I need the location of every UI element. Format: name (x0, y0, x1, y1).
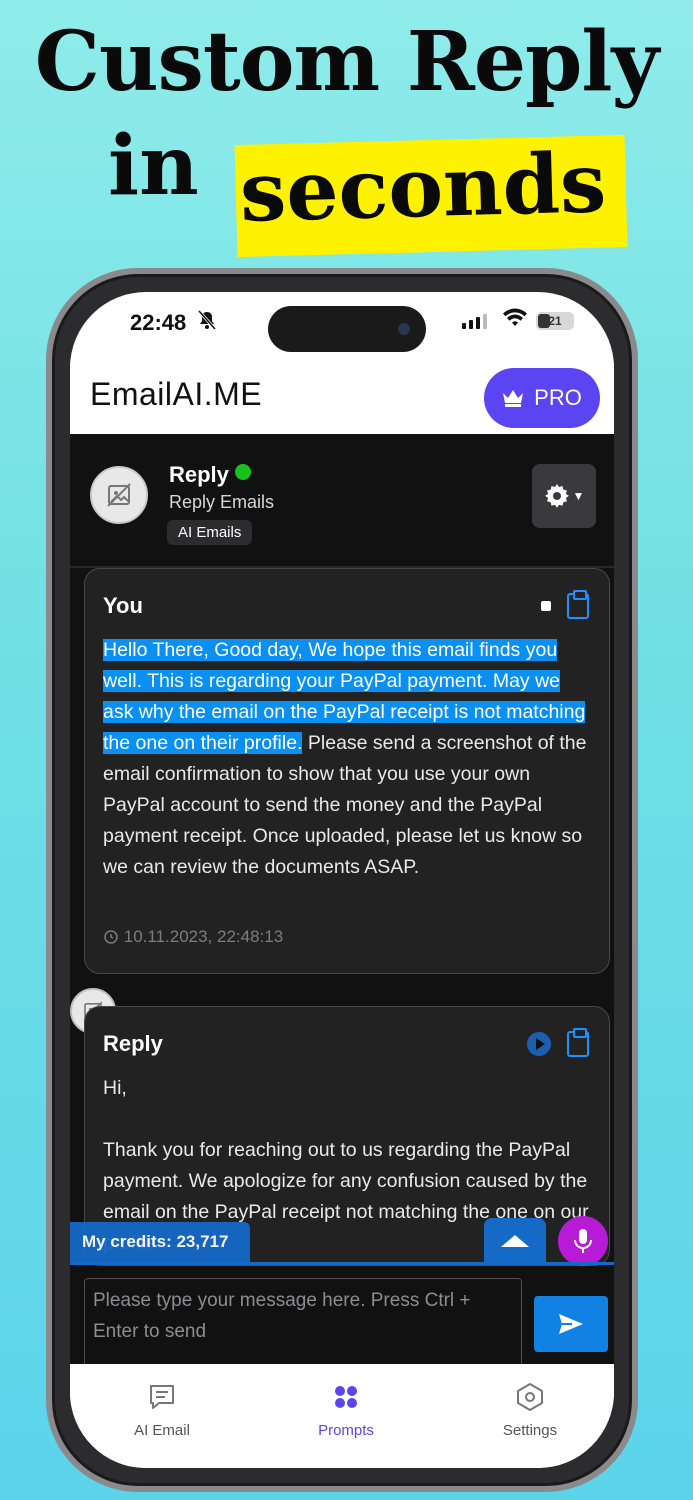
crown-icon (503, 390, 524, 407)
status-time: 22:48 (130, 310, 187, 335)
chat-name: Reply (169, 462, 251, 488)
promo-word-seconds: seconds (238, 135, 608, 241)
pro-button[interactable]: PRO (484, 368, 600, 428)
phone-screen: 22:48 21 EmailAI.ME PRO Reply Reply Emai… (70, 292, 614, 1468)
battery-icon: 21 (536, 312, 574, 330)
clock-icon (104, 930, 118, 944)
tab-ai-email[interactable]: AI Email (70, 1364, 254, 1464)
signal-icon (462, 314, 487, 329)
promo-headline-line1: Custom Reply (34, 14, 659, 110)
tab-settings[interactable]: Settings (438, 1364, 614, 1464)
avatar[interactable] (90, 466, 148, 524)
chat-subtitle: Reply Emails (169, 492, 275, 512)
clipboard-icon[interactable] (567, 590, 589, 619)
credits-badge: My credits: 23,717 (70, 1222, 250, 1262)
camera-icon (398, 323, 410, 335)
composer-divider (70, 1262, 614, 1265)
message-text: Hello There, Good day, We hope this emai… (103, 635, 595, 883)
app-title: EmailAI.ME (90, 376, 263, 412)
image-off-icon (107, 483, 131, 507)
chat-header: Reply Reply Emails AI Emails ▼ (70, 434, 614, 564)
chevron-up-icon (501, 1235, 529, 1247)
wifi-icon (502, 308, 528, 334)
message-timestamp: 10.11.2023, 22:48:13 (103, 927, 283, 947)
tab-label: Settings (502, 1422, 558, 1439)
stop-icon[interactable] (541, 601, 551, 611)
bell-muted-icon (197, 310, 217, 335)
microphone-button[interactable] (558, 1216, 608, 1266)
online-status-dot (234, 464, 251, 480)
pro-label: PRO (534, 385, 582, 410)
tab-label: Prompts (318, 1422, 374, 1439)
battery-level: 21 (548, 314, 562, 328)
message-input[interactable]: Please type your message here. Press Ctr… (84, 1278, 522, 1368)
gear-icon (544, 484, 569, 508)
message-actions (527, 1028, 589, 1057)
message-author: Reply (103, 1031, 163, 1056)
microphone-icon (574, 1229, 592, 1253)
send-icon (559, 1314, 583, 1334)
send-button[interactable] (534, 1296, 608, 1352)
grid-dots-icon (335, 1386, 357, 1408)
clipboard-icon[interactable] (567, 1028, 589, 1057)
scroll-up-button[interactable] (484, 1218, 546, 1264)
reply-greeting: Hi, (103, 1077, 127, 1099)
app-header: EmailAI.ME PRO (70, 362, 614, 434)
chat-icon (150, 1385, 174, 1409)
tab-prompts[interactable]: Prompts (254, 1364, 438, 1464)
chevron-down-icon: ▼ (572, 489, 585, 503)
chat-area: Reply Reply Emails AI Emails ▼ You Hello… (70, 434, 614, 1368)
promo-headline-line2: in seconds (0, 110, 693, 258)
chat-tag-badge: AI Emails (167, 520, 253, 545)
message-author: You (103, 593, 143, 618)
play-icon[interactable] (527, 1032, 551, 1056)
message-user: You Hello There, Good day, We hope this … (84, 568, 610, 974)
status-bar: 22:48 21 (70, 292, 614, 362)
tab-label: AI Email (134, 1422, 190, 1439)
hexagon-settings-icon (517, 1383, 543, 1411)
phone-frame: 22:48 21 EmailAI.ME PRO Reply Reply Emai… (46, 268, 638, 1492)
settings-dropdown-button[interactable]: ▼ (532, 464, 596, 528)
dynamic-island (268, 306, 426, 352)
promo-word-in: in (108, 118, 199, 214)
message-actions (541, 590, 589, 619)
bottom-tab-bar: AI Email Prompts Settings (70, 1364, 614, 1468)
